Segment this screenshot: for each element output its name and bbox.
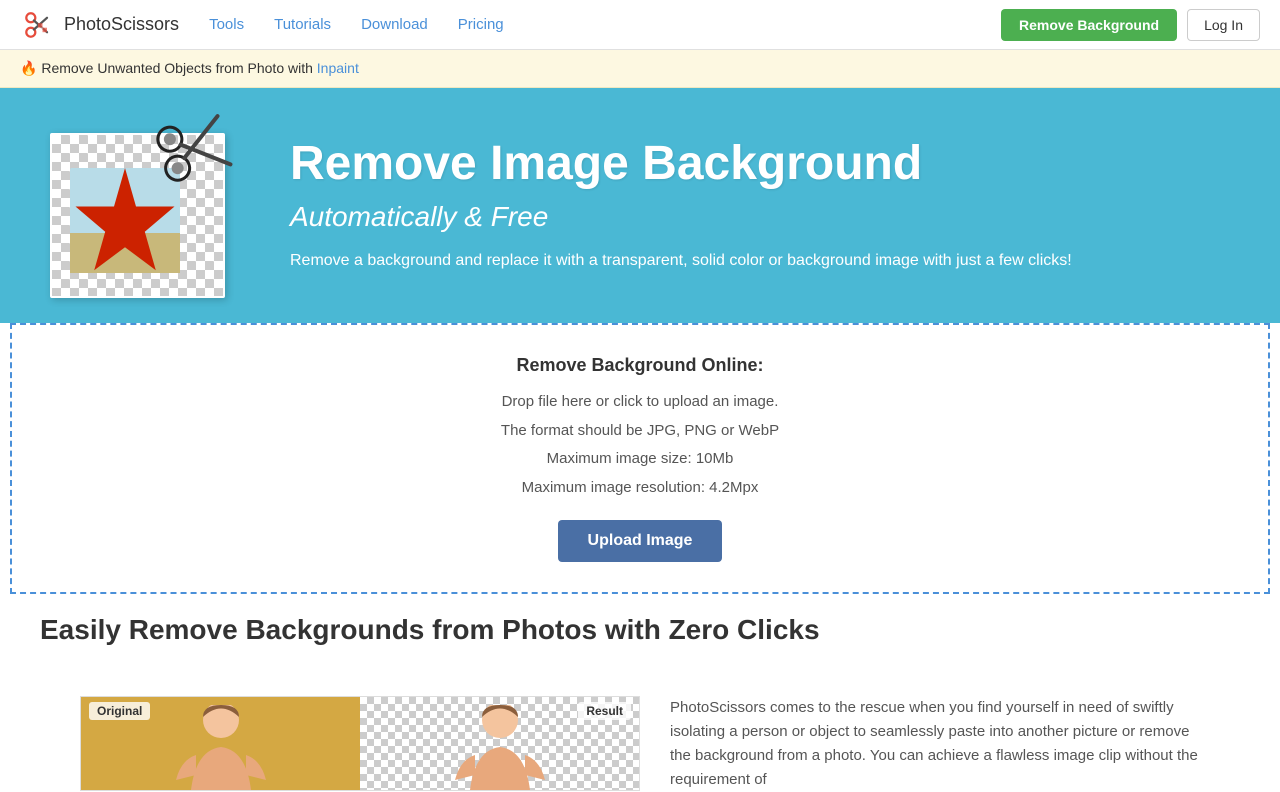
features-description: PhotoScissors comes to the rescue when y… <box>670 696 1200 792</box>
hero-section: Remove Image Background Automatically & … <box>0 88 1280 323</box>
login-button[interactable]: Log In <box>1187 9 1260 41</box>
promo-banner: 🔥 Remove Unwanted Objects from Photo wit… <box>0 50 1280 88</box>
navbar: PhotoScissors Tools Tutorials Download P… <box>0 0 1280 50</box>
upload-drop-zone[interactable]: Remove Background Online: Drop file here… <box>10 323 1270 594</box>
nav-tutorials[interactable]: Tutorials <box>274 16 331 33</box>
demo-original-label: Original <box>89 702 150 720</box>
hero-photo-container <box>40 108 240 303</box>
brand-logo-icon <box>20 7 56 43</box>
features-title: Easily Remove Backgrounds from Photos wi… <box>40 614 1240 646</box>
hero-text-content: Remove Image Background Automatically & … <box>260 138 1240 273</box>
nav-pricing[interactable]: Pricing <box>458 16 504 33</box>
upload-info: Drop file here or click to upload an ima… <box>32 388 1248 502</box>
hero-title: Remove Image Background <box>290 138 1240 191</box>
features-content: Original Result <box>40 666 1240 792</box>
nav-links: Tools Tutorials Download Pricing <box>209 16 1001 33</box>
demo-result-label: Result <box>578 702 631 720</box>
nav-download[interactable]: Download <box>361 16 428 33</box>
hero-image <box>40 108 260 303</box>
demo-result-panel: Result <box>360 697 639 790</box>
banner-text: Remove Unwanted Objects from Photo with <box>41 60 316 76</box>
brand[interactable]: PhotoScissors <box>20 7 179 43</box>
demo-result-figure <box>440 705 560 790</box>
upload-image-button[interactable]: Upload Image <box>558 520 723 562</box>
navbar-right: Remove Background Log In <box>1001 9 1260 41</box>
upload-line2: The format should be JPG, PNG or WebP <box>32 417 1248 446</box>
banner-fire-icon: 🔥 <box>20 60 37 76</box>
demo-person-figure <box>161 705 281 790</box>
hero-description: Remove a background and replace it with … <box>290 248 1110 274</box>
demo-original-panel: Original <box>81 697 360 790</box>
upload-line3: Maximum image size: 10Mb <box>32 445 1248 474</box>
hero-subtitle: Automatically & Free <box>290 201 1240 233</box>
features-section: Easily Remove Backgrounds from Photos wi… <box>0 594 1280 792</box>
banner-link[interactable]: Inpaint <box>317 60 359 76</box>
demo-comparison: Original Result <box>80 696 640 791</box>
nav-tools[interactable]: Tools <box>209 16 244 33</box>
upload-title: Remove Background Online: <box>32 355 1248 376</box>
upload-line4: Maximum image resolution: 4.2Mpx <box>32 474 1248 503</box>
upload-line1: Drop file here or click to upload an ima… <box>32 388 1248 417</box>
remove-background-button[interactable]: Remove Background <box>1001 9 1177 41</box>
brand-name-label: PhotoScissors <box>64 14 179 35</box>
